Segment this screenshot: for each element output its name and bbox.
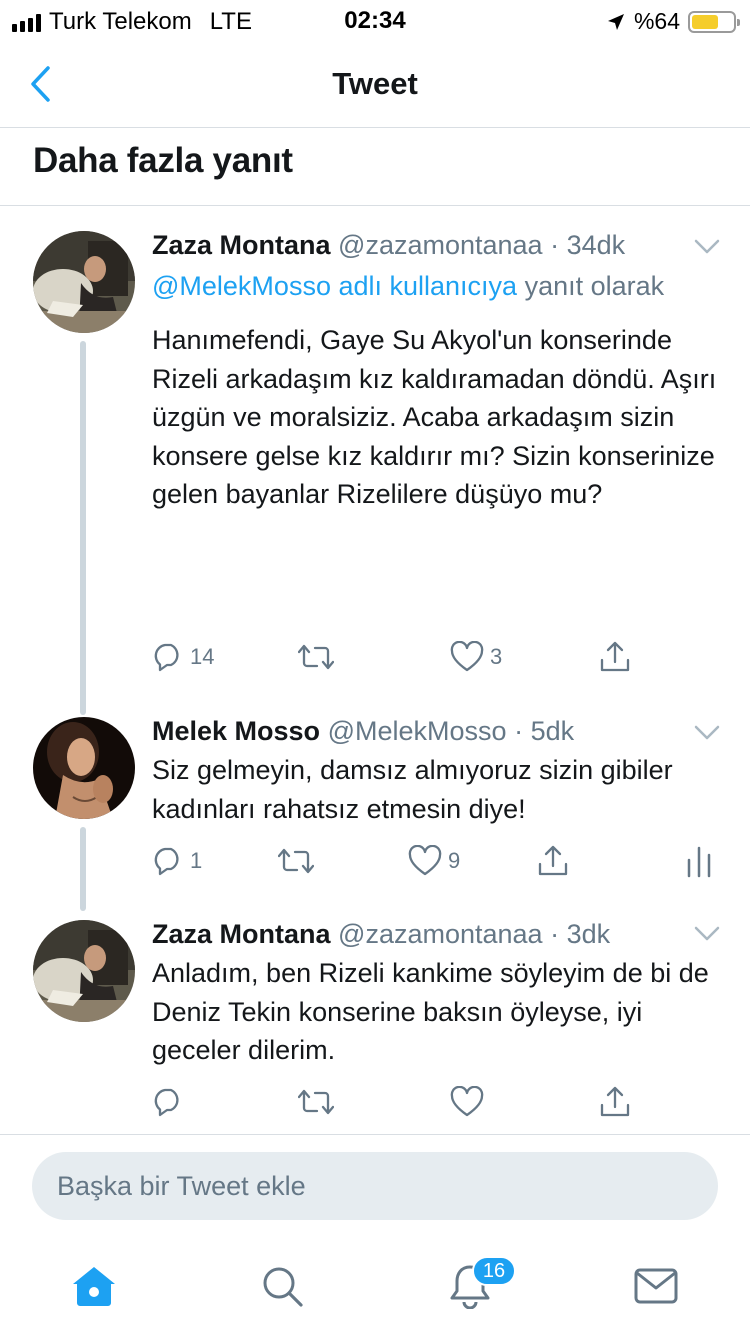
analytics-icon [687, 846, 711, 878]
timestamp[interactable]: 3dk [567, 919, 611, 949]
avatar[interactable] [33, 231, 135, 333]
signal-icon [12, 12, 41, 32]
mail-icon [634, 1268, 678, 1304]
retweet-icon [278, 848, 314, 874]
share-button[interactable] [536, 841, 570, 881]
tweet-actions [152, 1082, 672, 1122]
tweet-header: Zaza Montana @zazamontanaa · 3dk [152, 916, 720, 952]
thread-line [80, 341, 86, 709]
chevron-down-icon[interactable] [694, 725, 720, 741]
reply-to-link[interactable]: @MelekMosso adlı kullanıcıya [152, 271, 517, 301]
reply-count: 14 [190, 644, 215, 669]
analytics-button[interactable] [686, 841, 712, 881]
search-icon [263, 1267, 303, 1307]
user-handle[interactable]: @zazamontanaa [338, 919, 543, 949]
notification-badge: 16 [472, 1256, 516, 1286]
like-button[interactable] [450, 1082, 490, 1122]
status-right: %64 [606, 8, 740, 35]
user-handle[interactable]: @MelekMosso [328, 716, 507, 746]
tweet-header: Melek Mosso @MelekMosso · 5dk [152, 713, 720, 749]
share-button[interactable] [598, 1082, 632, 1122]
like-button[interactable]: 9 [408, 841, 460, 881]
compose-bar[interactable] [32, 1152, 718, 1220]
tweet[interactable]: Zaza Montana @zazamontanaa · 34dk @Melek… [0, 207, 750, 709]
network-label: LTE [209, 8, 252, 35]
location-arrow-icon [607, 13, 624, 30]
display-name[interactable]: Zaza Montana [152, 919, 331, 949]
tweet-body: Zaza Montana @zazamontanaa · 3dk Anladım… [152, 916, 720, 1070]
tweet[interactable]: Zaza Montana @zazamontanaa · 3dk Anladım… [0, 908, 750, 1134]
retweet-button[interactable] [278, 841, 320, 881]
separator: · [550, 919, 560, 949]
chevron-down-icon[interactable] [694, 926, 720, 942]
tab-bar [0, 1240, 750, 1334]
like-count: 3 [490, 644, 503, 669]
timestamp[interactable]: 5dk [531, 716, 575, 746]
avatar[interactable] [33, 717, 135, 819]
tab-search[interactable] [258, 1262, 306, 1310]
display-name[interactable]: Zaza Montana [152, 230, 331, 260]
reply-button[interactable]: 1 [152, 841, 202, 881]
chevron-down-icon[interactable] [694, 239, 720, 255]
user-handle[interactable]: @zazamontanaa [338, 230, 543, 260]
share-icon [538, 845, 568, 876]
tweet-text: Hanımefendi, Gaye Su Akyol'un konserinde… [152, 325, 717, 509]
tweet-header: Zaza Montana @zazamontanaa · 34dk [152, 227, 720, 263]
tab-messages[interactable] [632, 1262, 680, 1310]
tweet-text: Siz gelmeyin, damsız almıyoruz sizin gib… [152, 755, 673, 824]
tweet[interactable]: Melek Mosso @MelekMosso · 5dk Siz gelmey… [0, 703, 750, 911]
reply-icon [154, 847, 179, 876]
reply-button[interactable]: 14 [152, 637, 214, 677]
thread-line [80, 827, 86, 911]
reply-to-suffix: yanıt olarak [517, 271, 665, 301]
tweet-body: Zaza Montana @zazamontanaa · 34dk @Melek… [152, 227, 720, 514]
nav-title: Tweet [332, 66, 418, 101]
status-left: Turk Telekom LTE [12, 8, 252, 36]
heart-icon [450, 1086, 484, 1117]
home-icon [73, 1267, 115, 1306]
display-name[interactable]: Melek Mosso [152, 716, 320, 746]
battery-percentage: %64 [633, 8, 680, 34]
like-button[interactable]: 3 [450, 637, 502, 677]
heart-icon [450, 641, 484, 672]
section-title: Daha fazla yanıt [33, 141, 293, 180]
retweet-button[interactable] [298, 1082, 340, 1122]
reply-count: 1 [190, 848, 203, 873]
separator: · [550, 230, 560, 260]
divider [0, 1134, 750, 1135]
retweet-icon [298, 644, 334, 670]
share-icon [600, 1086, 630, 1117]
tab-home[interactable] [70, 1262, 118, 1310]
reply-button[interactable] [152, 1082, 190, 1122]
tweet-text: Anladım, ben Rizeli kankime söyleyim de … [152, 958, 709, 1065]
more-replies-header: Daha fazla yanıt [0, 129, 750, 206]
reply-icon [154, 643, 179, 672]
share-icon [600, 641, 630, 672]
reply-icon [154, 1088, 179, 1117]
like-count: 9 [448, 848, 461, 873]
heart-icon [408, 845, 442, 876]
back-button[interactable] [20, 60, 60, 108]
reply-context: @MelekMosso adlı kullanıcıya yanıt olara… [152, 265, 720, 307]
tweet-body: Melek Mosso @MelekMosso · 5dk Siz gelmey… [152, 713, 720, 828]
timestamp[interactable]: 34dk [567, 230, 626, 260]
battery-level [692, 14, 718, 29]
thread-line [80, 703, 86, 715]
avatar[interactable] [33, 920, 135, 1022]
tweet-actions: 14 3 [152, 637, 672, 677]
tweet-actions: 1 9 [152, 841, 722, 881]
nav-bar: Tweet [0, 40, 750, 128]
retweet-button[interactable] [298, 637, 340, 677]
chevron-left-icon [31, 66, 50, 102]
reply-input[interactable] [57, 1152, 697, 1220]
separator: · [514, 716, 524, 746]
share-button[interactable] [598, 637, 632, 677]
battery-icon [688, 10, 740, 33]
carrier-label: Turk Telekom [49, 8, 192, 35]
retweet-icon [298, 1089, 334, 1115]
status-bar: Turk Telekom LTE 02:34 %64 [0, 0, 750, 40]
